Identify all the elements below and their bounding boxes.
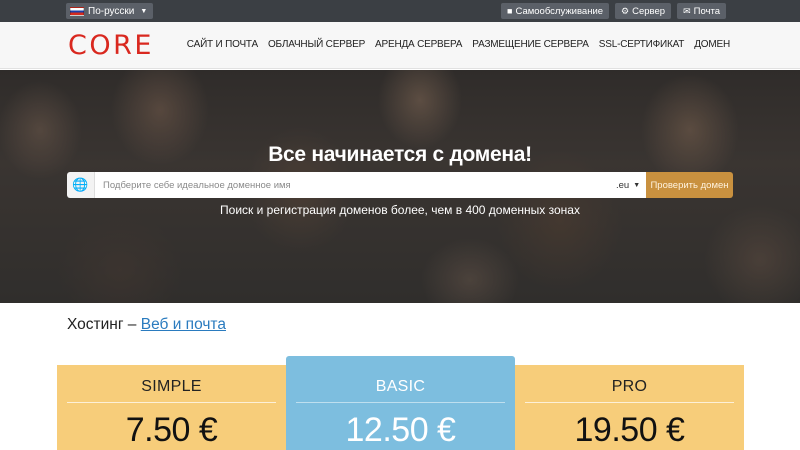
main-navbar: CORE САЙТ И ПОЧТА ОБЛАЧНЫЙ СЕРВЕР АРЕНДА… (0, 22, 800, 69)
nav-item-server-colocation[interactable]: РАЗМЕЩЕНИЕ СЕРВЕРА (472, 39, 589, 50)
check-domain-button[interactable]: Проверить домен (646, 172, 733, 198)
caret-down-icon: ▼ (633, 181, 641, 189)
core-logo[interactable]: CORE (68, 32, 154, 59)
hero-subtitle: Поиск и регистрация доменов более, чем в… (220, 203, 580, 217)
hosting-prefix: Хостинг – (67, 316, 137, 333)
server-label: Сервер (632, 5, 666, 17)
top-bar: По-русски ▼ ■ Самообслуживание ⚙ Сервер … (0, 0, 800, 22)
domain-zone-value: .eu (616, 179, 630, 191)
hero-title: Все начинается с домена! (268, 143, 532, 166)
mail-label: Почта (693, 5, 720, 17)
plan-price: 7.50 € (125, 411, 218, 449)
hosting-heading: Хостинг – Веб и почта (67, 316, 226, 334)
russia-flag-icon (70, 6, 84, 16)
domain-search-form: 🌐 .eu ▼ Проверить домен (67, 172, 733, 198)
language-selector[interactable]: По-русски ▼ (66, 3, 154, 19)
nav-item-site-and-mail[interactable]: САЙТ И ПОЧТА (187, 39, 258, 50)
plan-card-basic[interactable]: BASIC 12.50 € (286, 356, 515, 450)
plan-name: PRO (611, 378, 648, 395)
domain-zone-select[interactable]: .eu ▼ (614, 172, 646, 198)
plan-divider (296, 402, 505, 403)
plan-divider (525, 402, 734, 403)
plan-name: SIMPLE (141, 378, 202, 395)
server-link[interactable]: ⚙ Сервер (615, 3, 672, 19)
main-nav: САЙТ И ПОЧТА ОБЛАЧНЫЙ СЕРВЕР АРЕНДА СЕРВ… (187, 39, 730, 50)
plan-divider (67, 402, 276, 403)
user-icon: ■ (507, 6, 513, 16)
gear-icon: ⚙ (621, 5, 630, 16)
nav-item-server-rental[interactable]: АРЕНДА СЕРВЕРА (375, 39, 462, 50)
self-service-link[interactable]: ■ Самообслуживание (501, 3, 610, 19)
plan-card-pro[interactable]: PRO 19.50 € (515, 365, 744, 450)
domain-search-input[interactable] (95, 172, 614, 198)
envelope-icon: ✉ (683, 5, 691, 16)
language-label: По-русски (88, 5, 135, 17)
plan-price: 19.50 € (574, 411, 685, 449)
plan-card-simple[interactable]: SIMPLE 7.50 € (57, 365, 286, 450)
nav-item-domain[interactable]: ДОМЕН (694, 39, 730, 50)
caret-down-icon: ▼ (140, 7, 148, 15)
web-and-mail-link[interactable]: Веб и почта (141, 316, 226, 333)
nav-item-ssl-certificate[interactable]: SSL-СЕРТИФИКАТ (599, 39, 685, 50)
plan-price: 12.50 € (345, 411, 456, 449)
nav-item-cloud-server[interactable]: ОБЛАЧНЫЙ СЕРВЕР (268, 39, 365, 50)
top-links: ■ Самообслуживание ⚙ Сервер ✉ Почта (501, 3, 726, 19)
globe-icon: 🌐 (67, 172, 95, 198)
mail-link[interactable]: ✉ Почта (677, 3, 726, 19)
self-service-label: Самообслуживание (515, 5, 604, 17)
plan-name: BASIC (375, 378, 426, 395)
